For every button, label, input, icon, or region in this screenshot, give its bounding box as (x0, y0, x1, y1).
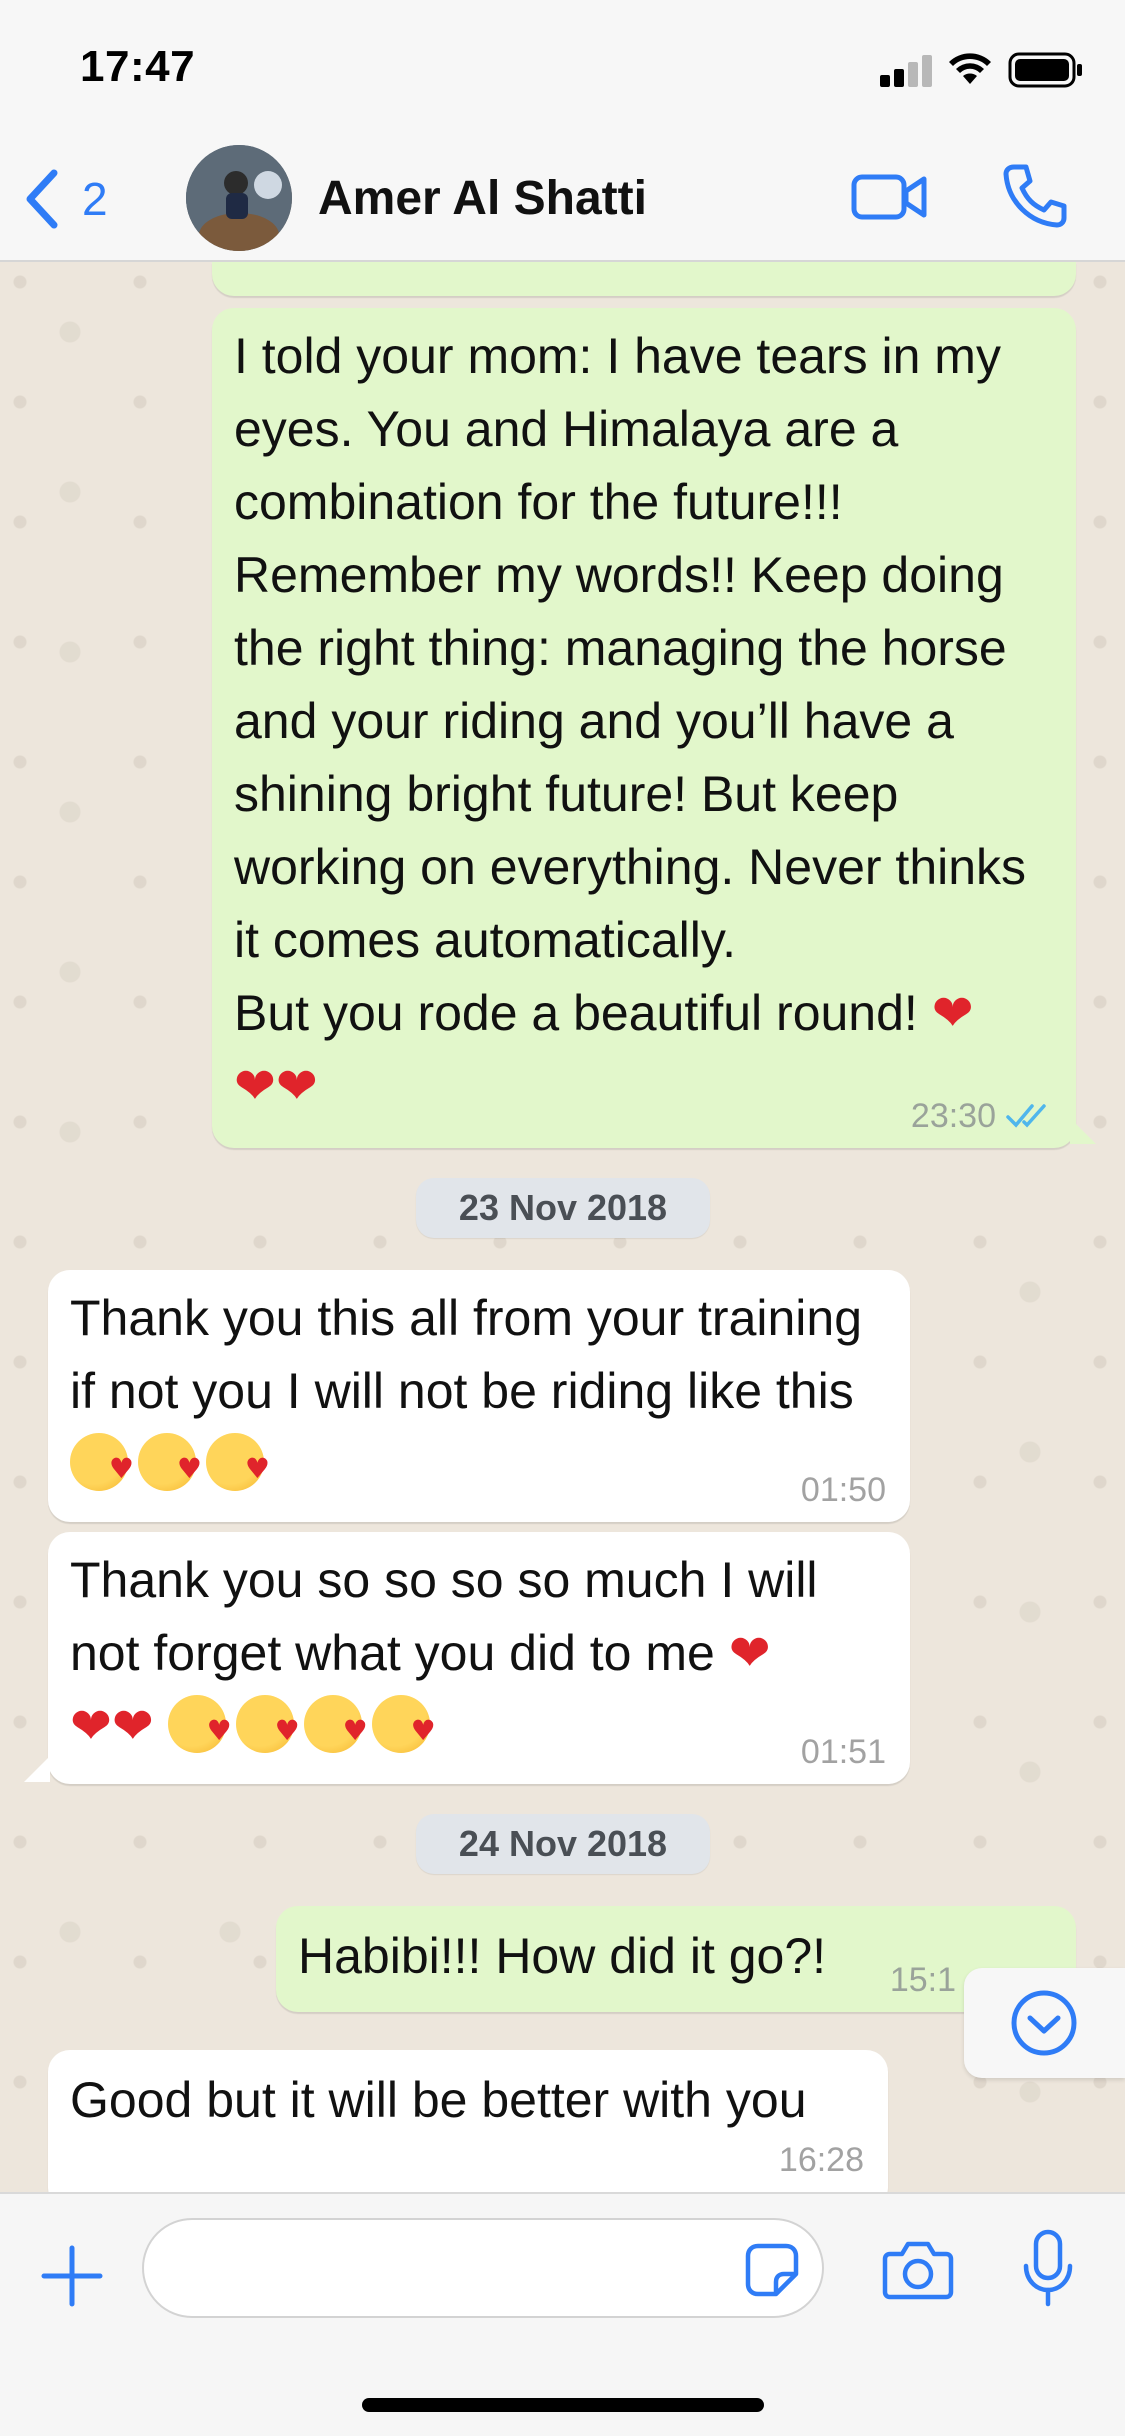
message-line: if not you I will not be riding like thi… (70, 1363, 854, 1419)
message-text: Thank you this all from your training if… (70, 1282, 888, 1501)
message-line: combination for the future!!! (234, 474, 843, 530)
microphone-icon (1023, 2229, 1073, 2307)
message-line: not forget what you did to me (70, 1625, 715, 1681)
kiss-emoji (70, 1433, 134, 1491)
kiss-emoji (303, 1695, 368, 1753)
microphone-button[interactable] (1020, 2228, 1076, 2310)
scroll-to-bottom-button[interactable] (964, 1968, 1125, 2078)
video-camera-icon (851, 174, 927, 220)
chat-screen: 17:47 2 Amer Al Shatti I told your mom: … (0, 0, 1125, 2436)
message-line: working on everything. Never thinks (234, 839, 1027, 895)
message-meta: 01:51 (801, 1734, 886, 1770)
kiss-emoji (206, 1433, 270, 1491)
camera-button[interactable] (882, 2238, 954, 2302)
message-line: Good but it will be better with you (70, 2072, 807, 2128)
message-line: Thank you this all from your training (70, 1290, 863, 1346)
message-bubble-outgoing[interactable]: I told your mom: I have tears in my eyes… (212, 308, 1076, 1148)
contact-name[interactable]: Amer Al Shatti (318, 171, 647, 226)
home-indicator (362, 2398, 764, 2412)
message-meta: 16:28 (779, 2142, 864, 2178)
message-bubble-incoming[interactable]: Good but it will be better with you 16:2… (48, 2050, 888, 2210)
kiss-emoji (371, 1695, 436, 1753)
message-meta: 01:50 (801, 1472, 886, 1508)
date-separator: 23 Nov 2018 (416, 1178, 710, 1238)
message-line: shining bright future! But keep (234, 766, 899, 822)
kiss-emoji (235, 1695, 300, 1753)
double-check-icon (1006, 1102, 1052, 1130)
message-composer (0, 2192, 1125, 2436)
back-button[interactable]: 2 (22, 167, 132, 231)
phone-icon (1003, 164, 1067, 228)
message-line: Habibi!!! How did it go?! (298, 1928, 827, 1984)
wifi-icon (947, 50, 993, 86)
message-bubble-partial[interactable] (212, 262, 1076, 296)
status-time: 17:47 (80, 42, 196, 91)
date-separator: 24 Nov 2018 (416, 1814, 710, 1874)
message-line: Remember my words!! Keep doing (234, 547, 1004, 603)
heart-emoji: ❤ (728, 1624, 771, 1682)
message-bubble-incoming[interactable]: Thank you this all from your training if… (48, 1270, 910, 1522)
heart-emoji: ❤ (111, 1697, 154, 1755)
voice-call-button[interactable] (1000, 161, 1070, 231)
kiss-emoji (138, 1433, 202, 1491)
attach-button[interactable] (40, 2244, 104, 2308)
heart-emoji: ❤ (275, 1057, 318, 1115)
message-line: it comes automatically. (234, 912, 737, 968)
message-meta: 23:30 (911, 1098, 1052, 1134)
message-text: Good but it will be better with you (70, 2064, 866, 2137)
message-text: I told your mom: I have tears in my eyes… (234, 320, 1054, 1123)
chevron-left-icon (22, 167, 62, 231)
chevron-down-circle-icon (1011, 1990, 1077, 2056)
sticker-icon (745, 2243, 799, 2297)
camera-icon (882, 2241, 954, 2300)
message-time: 23:30 (910, 1097, 996, 1135)
message-time: 16:28 (778, 2141, 864, 2179)
sticker-button[interactable] (744, 2242, 800, 2298)
message-line: and your riding and you’ll have a (234, 693, 954, 749)
message-time: 01:51 (800, 1733, 886, 1771)
message-line: But you rode a beautiful round! (234, 985, 918, 1041)
cellular-signal-icon (880, 55, 934, 87)
message-time: 01:50 (800, 1471, 886, 1509)
battery-icon (1008, 52, 1084, 88)
message-line: the right thing: managing the horse (234, 620, 1007, 676)
heart-emoji: ❤ (931, 984, 974, 1042)
message-line: eyes. You and Himalaya are a (234, 401, 899, 457)
plus-icon (41, 2245, 103, 2307)
contact-avatar[interactable] (186, 145, 292, 251)
chat-header: 2 Amer Al Shatti (0, 135, 1125, 262)
heart-emoji: ❤ (70, 1697, 112, 1755)
message-input[interactable] (142, 2218, 824, 2318)
kiss-emoji (167, 1695, 232, 1753)
unread-chats-count: 2 (82, 173, 108, 225)
message-time: 15:1 (889, 1961, 956, 1999)
message-bubble-incoming[interactable]: Thank you so so so so much I will not fo… (48, 1532, 910, 1784)
status-bar: 17:47 (0, 0, 1125, 135)
video-call-button[interactable] (850, 165, 930, 229)
message-text: Thank you so so so so much I will not fo… (70, 1544, 888, 1763)
message-line: Thank you so so so so much I will (70, 1552, 818, 1608)
heart-emoji: ❤ (234, 1057, 276, 1115)
message-line: I told your mom: I have tears in my (234, 328, 1001, 384)
message-meta: 15:1 (890, 1962, 956, 1998)
message-bubble-outgoing[interactable]: Habibi!!! How did it go?! 15:1 (276, 1906, 1076, 2012)
